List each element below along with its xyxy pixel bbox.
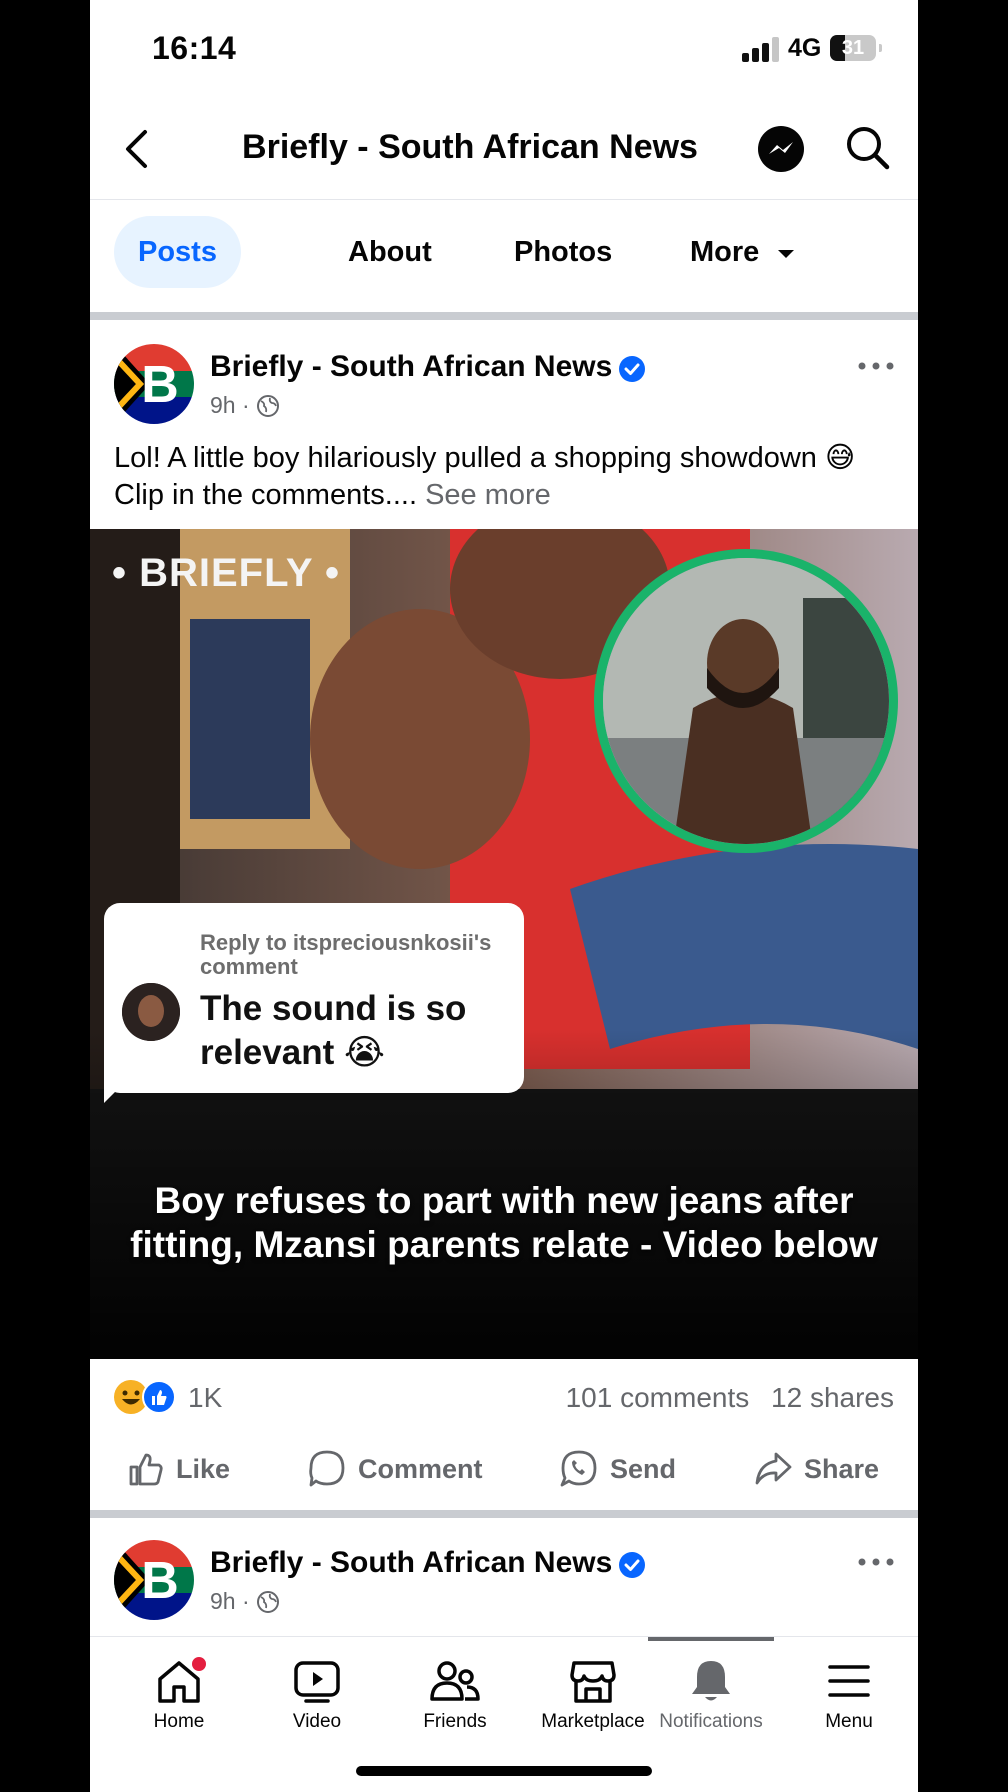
more-options-icon[interactable] — [856, 356, 896, 376]
signal-icon — [742, 36, 782, 62]
divider — [90, 312, 918, 320]
bubble-tail — [104, 1059, 148, 1103]
nav-friends[interactable]: Friends — [386, 1647, 524, 1747]
comments-count[interactable]: 101 comments — [566, 1382, 750, 1413]
share-label: Share — [804, 1453, 880, 1484]
nav-menu-label: Menu — [825, 1711, 873, 1732]
globe-icon — [257, 1591, 280, 1613]
friends-icon — [430, 1661, 480, 1701]
comment-button[interactable]: Comment — [306, 1438, 483, 1500]
nav-menu[interactable]: Menu — [780, 1647, 918, 1747]
inset-photo — [594, 549, 898, 853]
search-icon[interactable] — [842, 122, 894, 174]
nav-notifications[interactable]: Notifications — [642, 1647, 780, 1747]
battery-icon: 31 — [830, 35, 882, 61]
whatsapp-icon — [560, 1450, 597, 1487]
page-header: Briefly - South African News — [90, 100, 918, 200]
nav-notifications-label: Notifications — [659, 1711, 763, 1732]
tab-more-label: More — [690, 236, 760, 268]
status-bar: 16:14 4G 31 — [90, 0, 918, 100]
like-reaction-icon — [142, 1380, 176, 1414]
page-avatar[interactable]: B — [114, 1540, 194, 1620]
nav-home[interactable]: Home — [110, 1647, 248, 1747]
post-time: 9h — [210, 1588, 236, 1614]
page-avatar[interactable]: B — [114, 344, 194, 424]
share-button[interactable]: Share — [752, 1438, 879, 1500]
bell-icon — [692, 1661, 730, 1701]
svg-text:B: B — [141, 1552, 179, 1610]
network-label: 4G — [788, 34, 822, 62]
home-indicator — [356, 1766, 652, 1776]
reactions-count[interactable]: 1K — [188, 1382, 222, 1414]
page-title: Briefly - South African News — [242, 128, 698, 166]
more-options-icon[interactable] — [856, 1552, 896, 1572]
send-button[interactable]: Send — [558, 1438, 676, 1500]
divider — [90, 1510, 918, 1518]
menu-icon — [828, 1665, 870, 1697]
like-label: Like — [176, 1453, 231, 1484]
reply-text: The sound is so relevant 😭 — [200, 989, 467, 1072]
reply-bubble: Reply to itspreciousnkosii's comment The… — [104, 903, 524, 1093]
watermark: • BRIEFLY • — [112, 551, 340, 595]
nav-video-label: Video — [292, 1711, 342, 1732]
comments-shares: 101 comments 12 shares — [566, 1382, 894, 1414]
messenger-icon[interactable] — [756, 124, 806, 174]
post-meta: 9h · — [210, 392, 280, 419]
video-icon — [294, 1661, 340, 1703]
chevron-left-icon[interactable] — [112, 122, 166, 176]
page-tabs: Posts About Photos More — [90, 200, 918, 312]
like-icon — [129, 1453, 163, 1486]
post-actions: Like Comment Send Share — [90, 1438, 918, 1500]
commenter-avatar — [122, 983, 180, 1041]
status-time: 16:14 — [152, 30, 237, 66]
post-author[interactable]: Briefly - South African News — [210, 350, 612, 384]
nav-video[interactable]: Video — [248, 1647, 386, 1747]
tab-about[interactable]: About — [348, 216, 432, 288]
post-meta: 9h · — [210, 1588, 280, 1615]
comment-label: Comment — [358, 1453, 483, 1484]
post-time: 9h — [210, 392, 236, 418]
globe-icon — [257, 395, 280, 417]
reply-to-label: Reply to itspreciousnkosii's comment — [200, 930, 492, 979]
send-label: Send — [610, 1453, 677, 1484]
nav-home-label: Home — [153, 1711, 205, 1732]
tab-more[interactable]: More — [690, 216, 797, 288]
battery-level: 31 — [841, 37, 865, 59]
share-icon — [755, 1452, 792, 1485]
post-image[interactable]: • BRIEFLY • Reply to itspreciousnkosii's… — [90, 529, 918, 1359]
marketplace-icon — [570, 1661, 616, 1703]
shares-count[interactable]: 12 shares — [771, 1382, 894, 1413]
post-text: Lol! A little boy hilariously pulled a s… — [114, 440, 904, 514]
see-more-link[interactable]: See more — [425, 479, 551, 511]
verified-badge-icon — [619, 1552, 645, 1578]
verified-badge-icon — [619, 356, 645, 382]
phone-screen: 16:14 4G 31 Briefly - South African News… — [90, 0, 918, 1792]
caret-down-icon — [778, 250, 795, 258]
active-tab-indicator — [648, 1637, 774, 1641]
tab-posts[interactable]: Posts — [114, 216, 241, 288]
tab-photos[interactable]: Photos — [514, 216, 612, 288]
nav-friends-label: Friends — [423, 1711, 487, 1732]
post-author[interactable]: Briefly - South African News — [210, 1546, 612, 1580]
comment-icon — [309, 1450, 345, 1487]
notification-dot — [190, 1655, 208, 1673]
engagement-counts: 1K 101 comments 12 shares — [90, 1370, 918, 1426]
image-caption: Boy refuses to part with new jeans after… — [130, 1180, 878, 1265]
like-button[interactable]: Like — [126, 1438, 230, 1500]
svg-text:B: B — [141, 356, 179, 414]
